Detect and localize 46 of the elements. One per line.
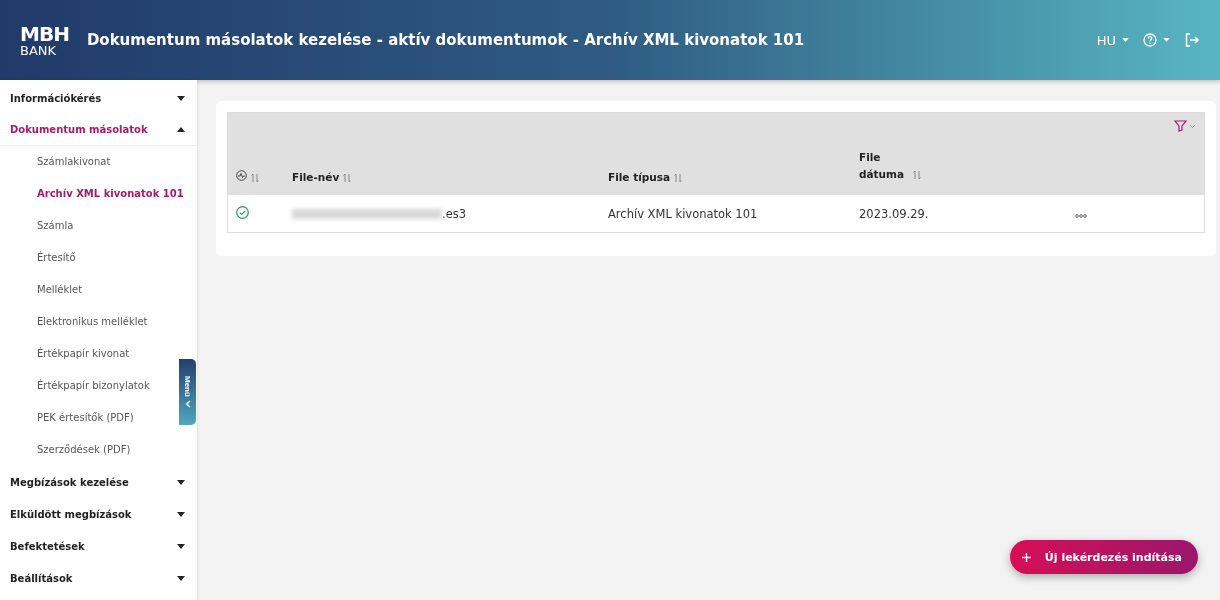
menu-group[interactable]: Információkérés bbox=[0, 82, 197, 114]
table-cell: Archív XML kivonatok 101 bbox=[600, 195, 851, 233]
menu-item[interactable]: Melléklet bbox=[37, 274, 83, 306]
table-cell: 2023.09.29. bbox=[851, 195, 1067, 233]
column-header[interactable]: File típusa bbox=[608, 171, 671, 183]
help-icon bbox=[1143, 33, 1157, 47]
menu-item[interactable]: Számlakivonat bbox=[37, 146, 111, 178]
caret-icon bbox=[177, 575, 185, 581]
menu-item[interactable]: Értékpapír bizonylatok bbox=[37, 370, 150, 402]
column-header[interactable]: File-név bbox=[292, 171, 340, 183]
menu-item[interactable]: Archív XML kivonatok 101 bbox=[37, 178, 184, 210]
menu-item[interactable]: Értesítő bbox=[37, 242, 76, 274]
sort-icon[interactable] bbox=[674, 173, 683, 183]
file-name: .es3 bbox=[442, 206, 467, 221]
help-menu[interactable] bbox=[1143, 33, 1170, 47]
sort-icon[interactable] bbox=[343, 173, 352, 183]
filter-icon[interactable] bbox=[1174, 119, 1196, 132]
menu-group[interactable]: Beállítások bbox=[0, 562, 197, 594]
page-title: Dokumentum másolatok kezelése - aktív dokumentumok - Archív XML kivonatok 101 bbox=[86, 31, 806, 49]
sort-icon[interactable] bbox=[913, 170, 921, 181]
menu-group[interactable]: Megbízások kezelése bbox=[0, 466, 197, 498]
new-query-button[interactable]: Új lekérdezés indítása bbox=[1009, 540, 1198, 574]
menu-item[interactable]: Elektronikus melléklet bbox=[37, 306, 148, 338]
sort-icon[interactable] bbox=[251, 173, 259, 183]
caret-icon bbox=[1122, 38, 1129, 42]
more-icon[interactable] bbox=[1075, 213, 1087, 218]
plus-icon bbox=[1021, 552, 1031, 562]
chevron-left-icon bbox=[184, 399, 191, 408]
menu-group[interactable]: Dokumentum másolatok bbox=[0, 114, 197, 146]
status-icon bbox=[236, 170, 247, 181]
caret-icon bbox=[177, 479, 185, 485]
caret-icon bbox=[177, 511, 185, 517]
menu-group[interactable]: Befektetések bbox=[0, 530, 197, 562]
menu-group[interactable]: Elküldött megbízások bbox=[0, 498, 197, 530]
menu-item[interactable]: Szerződések (PDF) bbox=[37, 434, 131, 466]
caret-icon bbox=[177, 127, 185, 132]
bank-logo: MBH BANK bbox=[20, 23, 69, 57]
caret-icon bbox=[177, 95, 185, 101]
caret-icon bbox=[177, 543, 185, 549]
column-header[interactable]: File dátuma bbox=[859, 149, 909, 183]
menu-item[interactable]: Számla bbox=[37, 210, 74, 242]
logout-icon[interactable] bbox=[1184, 32, 1200, 48]
caret-icon bbox=[1163, 38, 1170, 42]
menu-item[interactable]: Értékpapír kivonat bbox=[37, 338, 130, 370]
menu-item[interactable]: PEK értesítők (PDF) bbox=[37, 402, 134, 434]
menu-toggle[interactable]: Menü bbox=[179, 359, 196, 425]
